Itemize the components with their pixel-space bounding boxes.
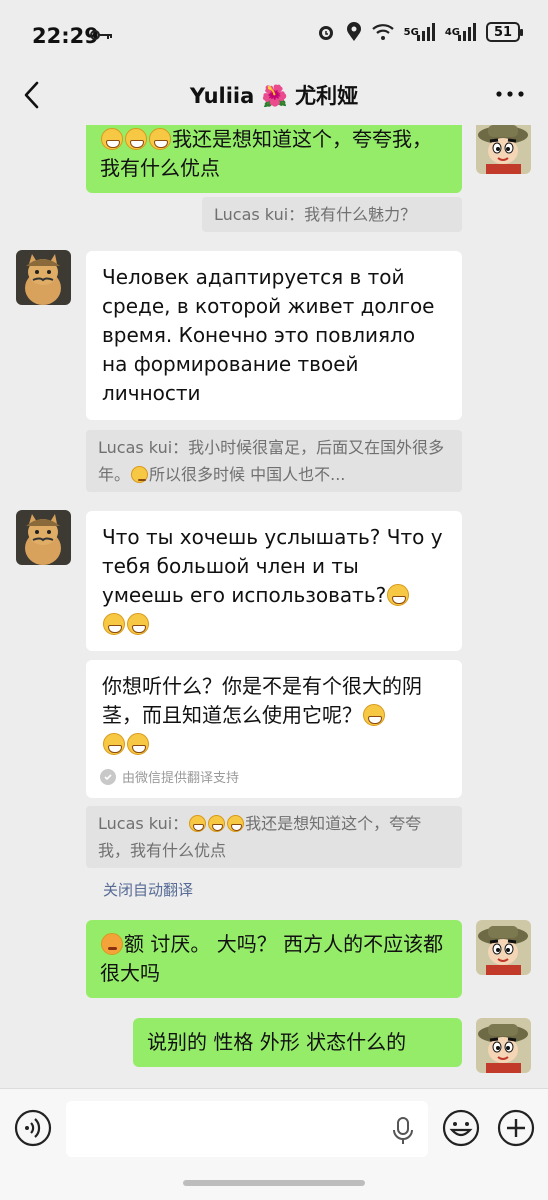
translation-note: 由微信提供翻译支持: [100, 767, 239, 786]
grin-emoji-icon: [101, 128, 123, 150]
quote-text: Lucas kui：我有什么魅力？: [214, 205, 417, 224]
more-dots-icon[interactable]: [494, 84, 526, 104]
grin-emoji-icon: [189, 815, 207, 832]
message-text: 额 讨厌。 大吗？ 西方人的不应该都很大吗: [100, 932, 444, 985]
quote-reply[interactable]: Lucas kui：我小时候很富足，后面又在国外很多年。 所以很多时候 中国人也不…: [86, 430, 462, 492]
message-input[interactable]: [66, 1101, 428, 1157]
grin-emoji-icon: [125, 128, 147, 150]
grin-emoji-icon: [103, 733, 125, 755]
worried-emoji-icon: [131, 466, 149, 483]
key-icon: [90, 30, 112, 40]
quote-reply[interactable]: Lucas kui： 我还是想知道这个，夸夸我，我有什么优点: [86, 806, 462, 868]
grin-emoji-icon: [127, 613, 149, 635]
message-text: 说别的 性格 外形 状态什么的: [147, 1030, 407, 1054]
mic-icon[interactable]: [392, 1117, 414, 1145]
status-icons: 5G 4G 51: [316, 22, 523, 42]
wifi-icon: [371, 23, 394, 41]
message-bubble-own[interactable]: 我还是想知道这个，夸夸我，我有什么优点: [86, 125, 462, 193]
message-bubble-contact[interactable]: Человек адаптируется в той среде, в кото…: [86, 251, 462, 420]
own-avatar[interactable]: [476, 1018, 531, 1073]
grin-emoji-icon: [103, 613, 125, 635]
message-text: Человек адаптируется в той среде, в кото…: [102, 265, 435, 405]
contact-avatar[interactable]: [16, 250, 71, 305]
own-avatar[interactable]: [476, 125, 531, 174]
grin-emoji-icon: [127, 733, 149, 755]
grin-emoji-icon: [387, 584, 410, 606]
auto-translate-off-link[interactable]: 关闭自动翻译: [103, 879, 193, 900]
location-icon: [346, 22, 362, 42]
own-avatar[interactable]: [476, 920, 531, 975]
grin-emoji-icon: [227, 815, 245, 832]
signal-4g-icon: 4G: [445, 23, 476, 41]
emoji-icon[interactable]: [442, 1109, 480, 1147]
quote-reply[interactable]: Lucas kui：我有什么魅力？: [202, 197, 462, 232]
message-bubble-own[interactable]: 说别的 性格 外形 状态什么的: [133, 1018, 462, 1067]
voice-icon[interactable]: [14, 1109, 52, 1147]
signal-5g-icon: 5G: [404, 23, 435, 41]
grin-emoji-icon: [149, 128, 171, 150]
quote-prefix: Lucas kui：: [98, 814, 189, 833]
chat-header: Yuliia 🌺 尤利娅: [0, 70, 548, 125]
message-bubble-own[interactable]: 额 讨厌。 大吗？ 西方人的不应该都很大吗: [86, 920, 462, 998]
angry-emoji-icon: [101, 933, 123, 955]
grin-emoji-icon: [208, 815, 226, 832]
plus-icon[interactable]: [497, 1109, 535, 1147]
status-bar: 22:29 5G 4G 51: [0, 0, 548, 70]
status-time: 22:29: [32, 24, 99, 48]
chat-title: Yuliia 🌺 尤利娅: [189, 84, 359, 108]
translation-note-text: 由微信提供翻译支持: [122, 771, 240, 786]
contact-avatar[interactable]: [16, 510, 71, 565]
chat-area[interactable]: 我还是想知道这个，夸夸我，我有什么优点 Lucas kui：我有什么魅力？ Че…: [0, 125, 548, 1088]
message-bubble-contact[interactable]: Что ты хочешь услышать? Что у тебя больш…: [86, 511, 462, 651]
battery-icon: 51: [486, 22, 523, 42]
quote-text-cont: 所以很多时候 中国人也不...: [149, 465, 346, 484]
grin-emoji-icon: [363, 704, 385, 726]
alarm-icon: [316, 22, 336, 42]
check-icon: [100, 768, 116, 785]
home-indicator: [183, 1180, 365, 1186]
